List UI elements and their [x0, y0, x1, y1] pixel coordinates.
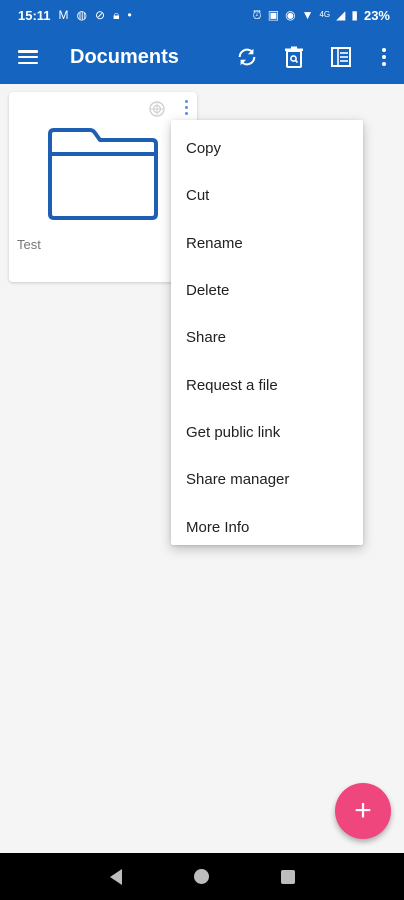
menu-item-delete[interactable]: Delete [171, 267, 363, 314]
system-nav-bar [0, 853, 404, 900]
eye-icon: ◉ [285, 8, 296, 22]
sync-icon [238, 48, 255, 66]
wifi-icon: ▼ [301, 8, 314, 22]
offline-icon[interactable] [149, 101, 165, 117]
battery-icon: ▮ [351, 8, 358, 22]
check-circle-icon: ⊘ [95, 8, 106, 22]
recents-icon[interactable] [280, 869, 295, 884]
menu-item-copy[interactable]: Copy [171, 125, 363, 172]
status-bar: 15:11 M ◍ ⊘ 🔒︎ • ⏰︎ ▣ ◉ ▼ 4G ◢ ▮ 23% [0, 0, 404, 30]
overflow-menu-icon [382, 48, 386, 66]
overflow-menu-button[interactable] [364, 30, 404, 84]
menu-item-more-info[interactable]: More Info [171, 503, 363, 550]
menu-item-request-file[interactable]: Request a file [171, 361, 363, 408]
menu-icon [18, 50, 38, 64]
folder-icon [48, 128, 158, 220]
signal-icon: ◢ [336, 8, 346, 22]
folder-card[interactable]: Test [9, 92, 197, 282]
lock-icon: 🔒︎ [113, 8, 120, 22]
cast-icon: ▣ [267, 8, 280, 22]
battery-level: 23% [363, 7, 390, 23]
sync-button[interactable] [223, 30, 270, 84]
trash-icon [284, 46, 303, 68]
add-button[interactable]: + [335, 783, 391, 839]
menu-item-share[interactable]: Share [171, 314, 363, 361]
menu-item-share-manager[interactable]: Share manager [171, 456, 363, 503]
gmail-icon: M [58, 8, 69, 22]
network-type: 4G [319, 10, 331, 19]
more-vert-icon[interactable] [179, 100, 193, 120]
back-icon[interactable] [109, 868, 122, 885]
list-view-button[interactable] [317, 30, 364, 84]
add-icon: + [354, 794, 372, 827]
app-bar: Documents [0, 30, 404, 84]
status-time: 15:11 [18, 7, 51, 23]
alarm-icon: ⏰︎ [252, 8, 262, 22]
menu-item-rename[interactable]: Rename [171, 220, 363, 267]
menu-item-public-link[interactable]: Get public link [171, 409, 363, 456]
list-view-icon [330, 47, 351, 67]
menu-button[interactable] [0, 30, 56, 84]
globe-icon: ◍ [76, 8, 88, 22]
home-icon[interactable] [193, 869, 209, 884]
page-title: Documents [70, 45, 179, 68]
trash-button[interactable] [270, 30, 317, 84]
folder-name: Test [17, 237, 41, 252]
dot-icon: • [127, 8, 132, 22]
context-menu: Copy Cut Rename Delete Share Request a f… [171, 120, 363, 545]
menu-item-cut[interactable]: Cut [171, 172, 363, 219]
